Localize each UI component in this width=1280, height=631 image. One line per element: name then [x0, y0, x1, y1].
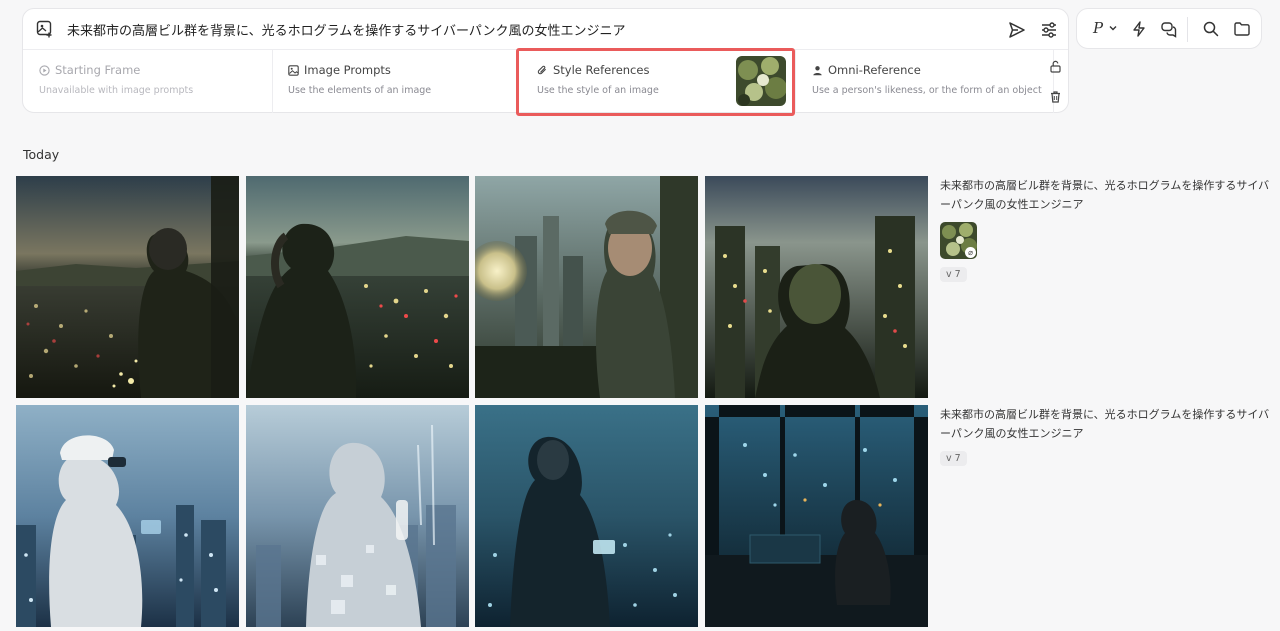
send-icon[interactable]	[1007, 20, 1027, 40]
starting-frame-title: Starting Frame	[55, 63, 141, 77]
style-references-highlight	[516, 48, 795, 116]
unlock-icon[interactable]	[1049, 60, 1062, 73]
paperclip-icon: ⌀	[965, 247, 976, 258]
omni-reference-subtitle: Use a person's likeness, or the form of …	[812, 85, 1042, 96]
folder-icon[interactable]	[1233, 20, 1251, 38]
job-info: 未来都市の高層ビル群を背景に、光るホログラムを操作するサイバーパンク風の女性エン…	[940, 176, 1270, 282]
person-icon	[813, 65, 822, 75]
gallery-image[interactable]	[475, 405, 698, 627]
settings-sliders-icon[interactable]	[1039, 20, 1059, 40]
omni-reference-title: Omni-Reference	[828, 63, 921, 77]
gallery-image[interactable]	[16, 176, 239, 398]
omni-reference-option[interactable]: Omni-Reference Use a person's likeness, …	[812, 50, 1042, 113]
play-circle-icon	[39, 64, 50, 76]
image-prompts-option[interactable]: Image Prompts Use the elements of an ima…	[288, 50, 518, 113]
job-prompt[interactable]: 未来都市の高層ビル群を背景に、光るホログラムを操作するサイバーパンク風の女性エン…	[940, 405, 1270, 443]
search-icon[interactable]	[1202, 20, 1220, 38]
personalize-button[interactable]: P	[1093, 19, 1103, 37]
gallery-image[interactable]	[16, 405, 239, 627]
image-icon	[288, 64, 299, 76]
prompt-bar: 未来都市の高層ビル群を背景に、光るホログラムを操作するサイバーパンク風の女性エン…	[23, 9, 1068, 50]
image-prompts-subtitle: Use the elements of an image	[288, 85, 432, 96]
section-title-today: Today	[23, 147, 60, 162]
prompt-input[interactable]: 未来都市の高層ビル群を背景に、光るホログラムを操作するサイバーパンク風の女性エン…	[67, 20, 625, 39]
add-image-icon[interactable]	[36, 20, 54, 38]
image-prompts-title: Image Prompts	[304, 63, 391, 77]
top-toolbar: P	[1076, 8, 1262, 49]
gallery-image[interactable]	[246, 405, 469, 627]
trash-icon[interactable]	[1049, 90, 1062, 103]
job-style-reference-thumbnail[interactable]: ⌀	[940, 222, 977, 259]
gallery-image[interactable]	[475, 176, 698, 398]
chevron-down-icon[interactable]	[1107, 22, 1119, 34]
gallery-image[interactable]	[246, 176, 469, 398]
gallery-image[interactable]	[705, 176, 928, 398]
job-prompt[interactable]: 未来都市の高層ビル群を背景に、光るホログラムを操作するサイバーパンク風の女性エン…	[940, 176, 1270, 214]
job-info: 未来都市の高層ビル群を背景に、光るホログラムを操作するサイバーパンク風の女性エン…	[940, 405, 1270, 466]
lightning-icon[interactable]	[1130, 20, 1148, 38]
divider	[1187, 17, 1188, 42]
version-badge[interactable]: v 7	[940, 451, 967, 466]
gallery-image[interactable]	[705, 405, 928, 627]
chat-bubbles-icon[interactable]	[1160, 20, 1178, 38]
starting-frame-option: Starting Frame Unavailable with image pr…	[39, 50, 271, 113]
starting-frame-subtitle: Unavailable with image prompts	[39, 85, 194, 96]
divider	[795, 50, 796, 113]
version-badge[interactable]: v 7	[940, 267, 967, 282]
divider	[272, 50, 273, 113]
